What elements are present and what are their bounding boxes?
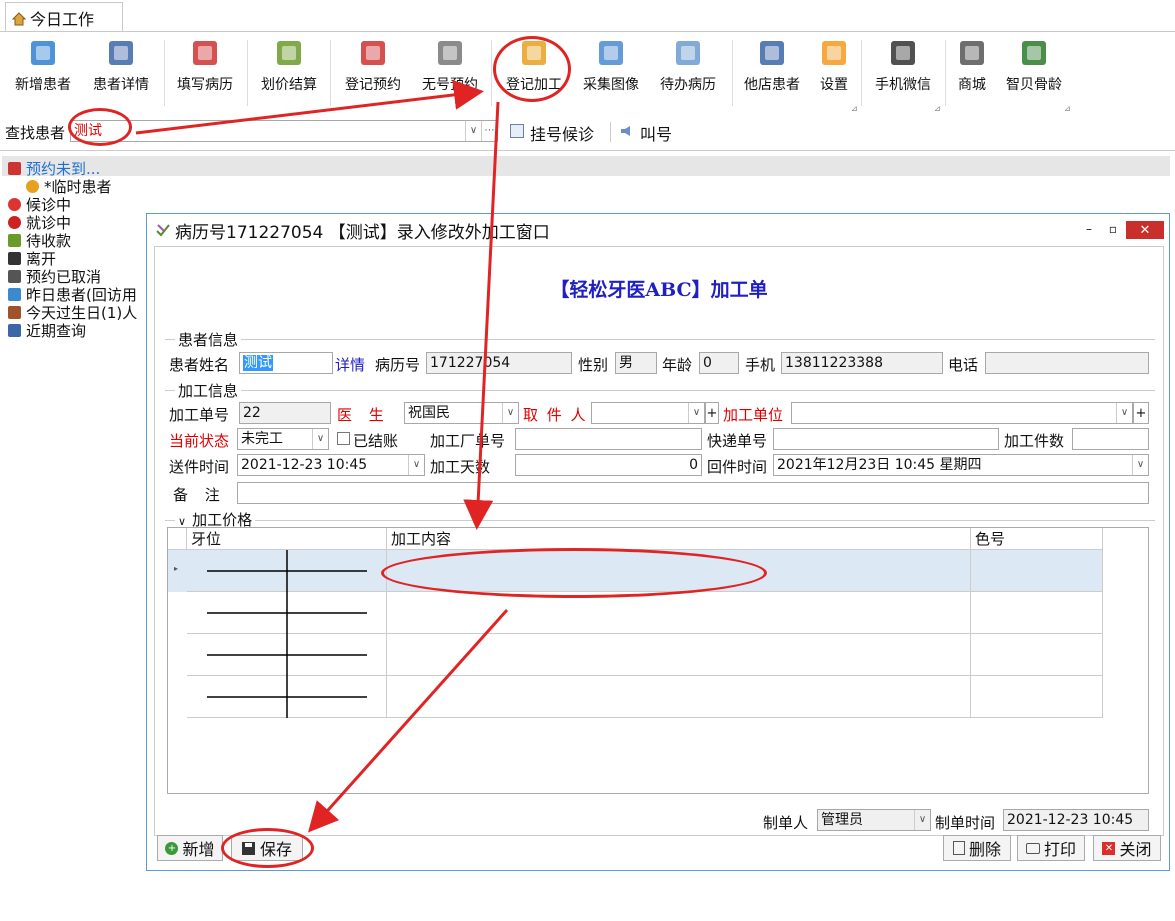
annotation-arrows bbox=[135, 79, 509, 833]
arrow-search-to-register bbox=[135, 79, 484, 135]
arrow-content-to-save bbox=[307, 608, 509, 833]
arrow-register-to-content bbox=[463, 101, 500, 530]
